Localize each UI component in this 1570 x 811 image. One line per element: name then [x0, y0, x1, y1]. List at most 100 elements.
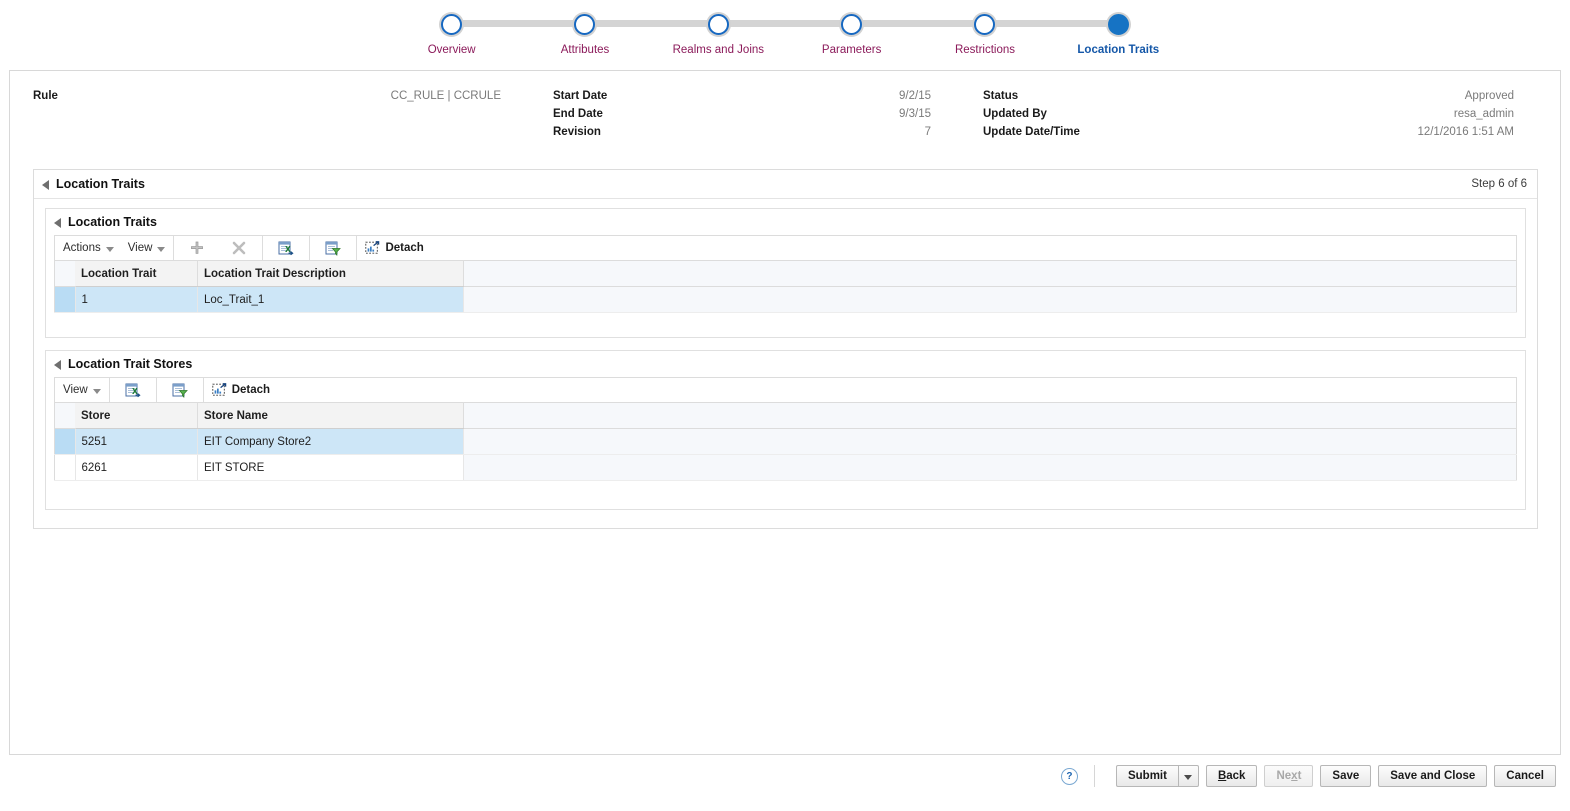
header-field: Update Date/Time 12/1/2016 1:51 AM	[983, 123, 1538, 141]
export-to-excel-icon: X	[125, 383, 141, 398]
save-button[interactable]: Save	[1320, 765, 1372, 787]
location-traits-panel: Location Traits Step 6 of 6 Location Tra…	[33, 169, 1538, 529]
panel-title: Location Traits	[56, 177, 145, 191]
toolbar-separator	[309, 236, 311, 260]
header-field-label: Update Date/Time	[983, 126, 1080, 138]
chevron-down-icon	[92, 388, 101, 394]
train-stop-label: Overview	[427, 44, 476, 56]
table-cell[interactable]: Loc_Trait_1	[197, 286, 464, 313]
toolbar-separator	[108, 378, 110, 402]
train-stop-label: Realms and Joins	[672, 44, 765, 56]
toolbar-separator	[262, 236, 264, 260]
header-field-value: 9/2/15	[899, 90, 931, 102]
back-button[interactable]: Back	[1205, 765, 1258, 787]
header-column-status: Status Approved Updated By resa_admin Update…	[983, 87, 1538, 149]
table-cell-filler	[463, 286, 1517, 313]
row-handle-header	[54, 402, 75, 429]
detach-label: Detach	[231, 384, 271, 396]
detach-button[interactable]: Detach	[359, 236, 433, 260]
location-trait-stores-subpanel-header: Location Trait Stores	[46, 351, 1525, 377]
train-stop-attributes[interactable]: Attributes	[518, 8, 652, 60]
table-cell-filler	[463, 454, 1517, 481]
header-field: Start Date 9/2/15	[553, 87, 983, 105]
row-handle-cell[interactable]	[54, 286, 76, 313]
location-traits-panel-header: Location Traits Step 6 of 6	[34, 170, 1537, 199]
table-cell[interactable]: EIT Company Store2	[197, 428, 464, 455]
table-header-row: Store Store Name	[54, 402, 1517, 429]
header-field-label: End Date	[553, 108, 603, 120]
chevron-down-icon	[1184, 774, 1193, 780]
train-stop-label: Attributes	[560, 44, 610, 56]
step-indicator: Step 6 of 6	[1471, 178, 1527, 190]
toolbar-separator	[155, 378, 157, 402]
save-and-close-button[interactable]: Save and Close	[1378, 765, 1488, 787]
delete-row-button[interactable]	[218, 236, 260, 260]
query-by-example-icon	[172, 383, 188, 398]
table-cell[interactable]: 1	[75, 286, 198, 313]
train-stop-restrictions[interactable]: Restrictions	[918, 8, 1052, 60]
view-menu[interactable]: View	[120, 236, 172, 260]
submit-button[interactable]: Submit	[1115, 765, 1178, 787]
table-cell[interactable]: EIT STORE	[197, 454, 464, 481]
header-field: Revision 7	[553, 123, 983, 141]
header-field-label: Rule	[33, 90, 58, 102]
train-stop-location-traits[interactable]: Location Traits	[1051, 8, 1185, 60]
toolbar-separator	[202, 378, 204, 402]
detach-label: Detach	[385, 242, 424, 254]
delete-x-icon	[232, 241, 246, 255]
train-stop-overview[interactable]: Overview	[385, 8, 519, 60]
header-column-dates: Start Date 9/2/15 End Date 9/3/15 Revision 7	[553, 87, 983, 149]
page-footer: ? Submit Back Ne x t Save Save and Close Cancel	[0, 757, 1570, 811]
train-stop-dot-icon	[707, 14, 729, 35]
table-row[interactable]: 1 Loc_Trait_1	[54, 286, 1517, 313]
cancel-button[interactable]: Cancel	[1494, 765, 1556, 787]
query-by-example-button[interactable]	[159, 378, 201, 402]
table-cell[interactable]: 5251	[75, 428, 198, 455]
footer-actions: ? Submit Back Ne x t Save Save and Close Cancel	[1060, 765, 1556, 787]
export-to-excel-icon: X	[278, 241, 294, 256]
train-stop-parameters[interactable]: Parameters	[784, 8, 919, 60]
column-header[interactable]: Store Name	[197, 402, 464, 429]
row-handle-cell[interactable]	[54, 428, 76, 455]
column-header[interactable]: Location Trait Description	[197, 260, 464, 287]
plus-icon	[190, 241, 204, 255]
location-trait-stores-table[interactable]: Store Store Name 5251 EIT Company Store2 626…	[54, 402, 1517, 481]
row-handle-cell[interactable]	[54, 454, 76, 481]
rule-summary-header: Rule CC_RULE | CCRULE Start Date 9/2/15 End…	[33, 87, 1538, 149]
collapse-disclosure-icon[interactable]	[42, 180, 49, 190]
query-by-example-button[interactable]	[312, 236, 354, 260]
detach-icon	[365, 241, 380, 255]
train-stop-label: Location Traits	[1077, 44, 1160, 56]
column-header[interactable]: Location Trait	[75, 260, 198, 287]
detach-icon	[212, 383, 227, 397]
train-stop-realms-and-joins[interactable]: Realms and Joins	[651, 8, 785, 60]
add-row-button[interactable]	[176, 236, 218, 260]
header-field-label: Revision	[553, 126, 601, 138]
location-trait-stores-table-wrap: View X Detach Store Store Name 5251 EIT …	[54, 377, 1517, 481]
help-question-icon[interactable]: ?	[1060, 767, 1078, 785]
row-handle-header	[54, 260, 75, 287]
column-header-filler	[463, 260, 1517, 287]
actions-menu[interactable]: Actions	[55, 236, 120, 260]
export-to-excel-button[interactable]: X	[265, 236, 307, 260]
train-stop-dot-icon	[1107, 14, 1129, 35]
collapse-disclosure-icon[interactable]	[54, 360, 61, 370]
train-stops: Overview Attributes Realms and Joins Parame…	[385, 8, 1185, 60]
table-row[interactable]: 5251 EIT Company Store2	[54, 428, 1517, 455]
location-traits-toolbar: Actions View X Detach	[54, 235, 1517, 260]
table-cell-filler	[463, 428, 1517, 455]
subpanel-title: Location Traits	[68, 215, 157, 229]
column-header[interactable]: Store	[75, 402, 198, 429]
location-traits-table[interactable]: Location Trait Location Trait Description…	[54, 260, 1517, 313]
location-traits-subpanel-header: Location Traits	[46, 209, 1525, 235]
view-menu[interactable]: View	[55, 378, 107, 402]
table-cell[interactable]: 6261	[75, 454, 198, 481]
train-stop-dot-icon	[441, 14, 463, 35]
train-stop-dot-icon	[841, 14, 863, 35]
table-row[interactable]: 6261 EIT STORE	[54, 454, 1517, 481]
export-to-excel-button[interactable]: X	[112, 378, 154, 402]
submit-dropdown-button[interactable]	[1177, 765, 1199, 787]
collapse-disclosure-icon[interactable]	[54, 218, 61, 228]
header-field-label: Status	[983, 90, 1019, 102]
detach-button[interactable]: Detach	[206, 378, 280, 402]
